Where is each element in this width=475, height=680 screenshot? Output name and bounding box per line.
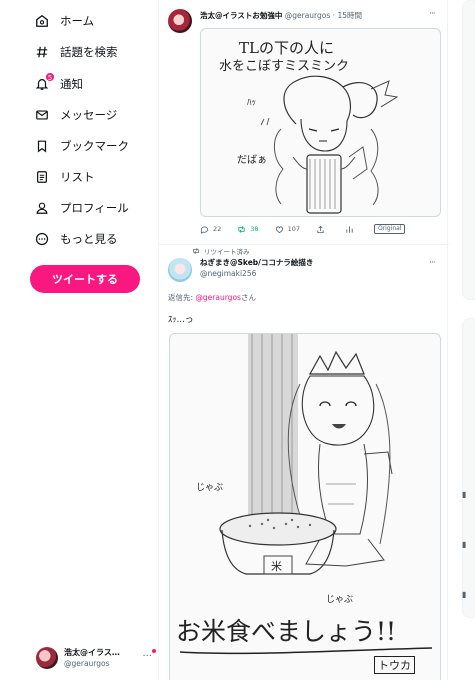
sidebar-item-profile[interactable]: プロフィール — [34, 197, 129, 219]
reply-mention-link[interactable]: @geraurgos — [195, 293, 241, 302]
list-icon — [34, 169, 50, 185]
sidebar-item-label: プロフィール — [60, 201, 129, 215]
avatar[interactable] — [168, 258, 192, 282]
analytics-button[interactable] — [345, 225, 358, 234]
sketch-sfx: ﾊｯ — [247, 98, 257, 108]
sidebar-item-notifications[interactable]: 5 通知 — [34, 72, 83, 95]
reply-icon — [200, 226, 209, 234]
more-icon[interactable]: ··· — [429, 258, 436, 268]
author-name[interactable]: ねぎまき@Skeb/ココナラ絵描き — [200, 258, 313, 267]
reply-prefix: 返信先: — [168, 293, 196, 302]
sidebar-item-label: もっと見る — [60, 232, 118, 246]
retweeted-label: リツイート済み — [204, 248, 250, 256]
sidebar-item-messages[interactable]: メッセージ — [34, 104, 117, 126]
tweet-image[interactable]: 米 じゃぶ じゃぶ お米食べましょう!! トウカ — [169, 333, 441, 680]
sidebar-item-label: ブックマーク — [60, 139, 129, 153]
sidebar-item-label: 通知 — [60, 77, 83, 91]
tweet[interactable]: リツイート済み ねぎまき@Skeb/ココナラ絵描き @negimaki256 ·… — [159, 245, 449, 680]
sidebar-nav: ホーム 話題を検索 5 通知 メッセージ ブックマーク リスト プロフィール も… — [0, 0, 158, 680]
sidebar-item-label: リスト — [60, 170, 95, 184]
home-icon — [34, 13, 50, 29]
tweet-header: 浩太@イラストお勉強中 @geraurgos · 15時間 — [200, 11, 362, 21]
notification-badge: 5 — [45, 72, 55, 82]
more-circle-icon — [34, 231, 50, 247]
scroll-marker-icon: ▮ — [462, 540, 467, 549]
retweet-count: 38 — [250, 225, 259, 233]
sketch-sfx: じゃぶ — [196, 483, 224, 493]
sketch-caption: 水をこぼすミスミンク — [219, 59, 350, 74]
sketch-caption: お米食べましょう!! — [176, 617, 397, 646]
retweeted-indicator: リツイート済み — [192, 246, 250, 256]
more-icon: ··· — [142, 651, 152, 662]
unread-dot — [152, 649, 156, 653]
sketch-sfx: じゃぶ — [326, 595, 354, 605]
hashtag-icon — [34, 44, 50, 60]
reply-context: 返信先: @geraurgosさん — [168, 292, 256, 303]
right-column — [448, 0, 475, 680]
sidebar-item-label: 話題を検索 — [60, 45, 118, 59]
avatar — [36, 647, 58, 669]
bookmark-icon — [34, 138, 50, 154]
tweet-header: ねぎまき@Skeb/ココナラ絵描き — [200, 258, 313, 268]
sidebar-item-more[interactable]: もっと見る — [34, 228, 118, 250]
person-icon — [34, 200, 50, 216]
retweet-button[interactable]: 38 — [237, 225, 259, 234]
sidebar-card — [462, 318, 475, 618]
sidebar-item-home[interactable]: ホーム — [34, 10, 94, 32]
reply-count: 22 — [213, 225, 222, 233]
account-handle: @geraurgos — [64, 659, 110, 668]
like-button[interactable]: 107 — [275, 225, 300, 234]
sidebar-item-lists[interactable]: リスト — [34, 166, 95, 188]
reply-button[interactable]: 22 — [200, 225, 221, 234]
tweet-text: ｽｯ…っ — [168, 315, 194, 325]
scroll-marker-icon: ▮ — [462, 590, 467, 599]
reply-suffix: さん — [240, 293, 256, 302]
retweet-icon — [193, 247, 199, 255]
timeline: 浩太@イラストお勉強中 @geraurgos · 15時間 ··· TLの下の人… — [158, 0, 449, 680]
sketch-label: 米 — [271, 560, 282, 573]
original-badge: Original — [373, 224, 406, 234]
sketch-signature: トウカ — [374, 656, 415, 674]
sidebar-item-explore[interactable]: 話題を検索 — [34, 41, 118, 63]
avatar[interactable] — [168, 9, 192, 33]
author-name[interactable]: 浩太@イラストお勉強中 — [200, 11, 282, 20]
tweet-button[interactable]: ツイートする — [30, 265, 140, 293]
bell-icon: 5 — [34, 72, 55, 92]
sketch-sfx: だばぁ — [237, 155, 267, 166]
more-icon[interactable]: ··· — [429, 9, 436, 19]
tweet[interactable]: 浩太@イラストお勉強中 @geraurgos · 15時間 ··· TLの下の人… — [159, 0, 449, 245]
sidebar-item-label: メッセージ — [60, 108, 118, 122]
sidebar-item-bookmarks[interactable]: ブックマーク — [34, 135, 129, 157]
share-button[interactable] — [316, 225, 329, 234]
author-handle[interactable]: @geraurgos — [285, 11, 331, 20]
analytics-icon — [346, 225, 353, 233]
scroll-marker-icon: ▮ — [462, 490, 467, 499]
heart-icon — [275, 225, 283, 233]
mail-icon — [34, 107, 50, 123]
account-switcher[interactable]: 浩太@イラス… @geraurgos ··· — [36, 645, 156, 671]
tweet-image[interactable]: TLの下の人に 水をこぼすミスミンク ﾊｯ だばぁ — [200, 28, 441, 217]
like-count: 107 — [287, 225, 300, 233]
retweet-icon — [238, 225, 245, 233]
author-handle[interactable]: @negimaki256 — [200, 269, 256, 279]
account-name: 浩太@イラス… — [64, 648, 120, 657]
sidebar-item-label: ホーム — [60, 14, 95, 28]
sidebar-card — [462, 0, 475, 300]
tweet-time[interactable]: · 15時間 — [333, 11, 362, 20]
tweet-actions: 22 38 107 Original — [200, 224, 406, 234]
share-icon — [317, 225, 324, 233]
